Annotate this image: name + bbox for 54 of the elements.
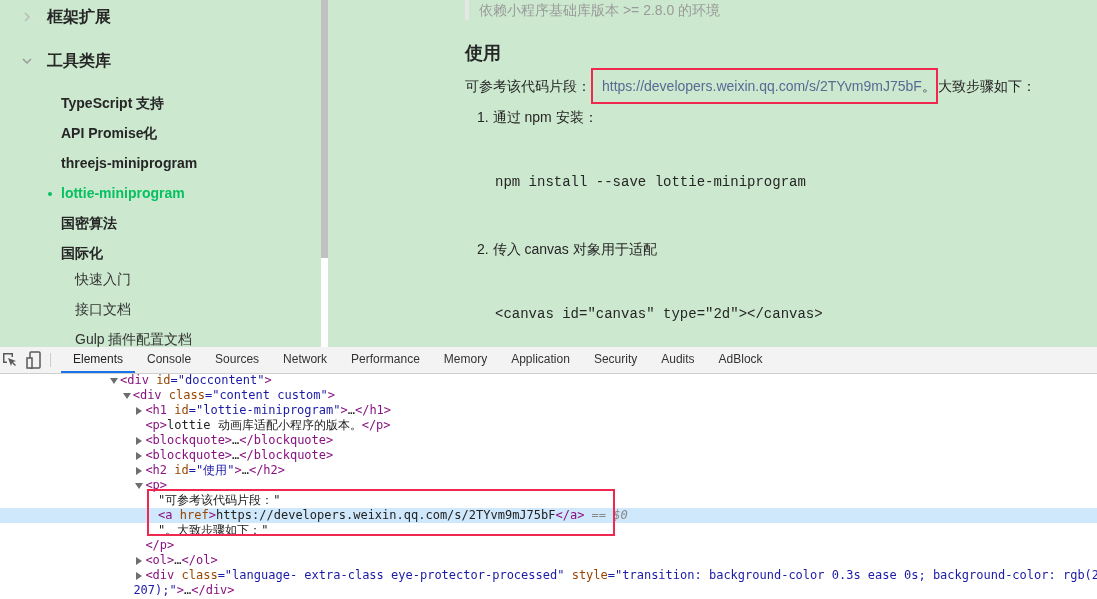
dom-node[interactable]: <h2 id="使用">…</h2>	[0, 463, 1097, 478]
dom-node[interactable]: "可参考该代码片段："	[0, 493, 1097, 508]
devtools-tab[interactable]: Security	[581, 347, 650, 373]
dom-node[interactable]: <a href>https://developers.weixin.qq.com/s/2TYvm9mJ75bF</a> == $0	[0, 508, 1097, 523]
list-item: 2. 传入 canvas 对象用于适配	[477, 240, 658, 259]
nav-section[interactable]: 工具类库	[0, 47, 321, 75]
chevron-right-icon	[22, 12, 32, 22]
nav-item[interactable]: 接口文档	[0, 294, 131, 324]
code-line: npm install --save lottie-miniprogram	[495, 173, 807, 192]
inspect-icon[interactable]	[2, 352, 18, 368]
nav-section[interactable]: 框架扩展	[0, 3, 321, 31]
collapsed-triangle-icon[interactable]	[135, 406, 144, 415]
dom-node[interactable]: <blockquote>…</blockquote>	[0, 448, 1097, 463]
nav-item[interactable]: API Promise化	[0, 118, 158, 148]
devtools-tab[interactable]: Performance	[339, 347, 432, 373]
devtools-tab[interactable]: Application	[499, 347, 582, 373]
section-heading: 使用	[465, 42, 502, 65]
devtools-tab[interactable]: Audits	[649, 347, 707, 373]
expanded-triangle-icon[interactable]	[110, 376, 118, 385]
expanded-triangle-icon[interactable]	[122, 391, 131, 400]
nav-item[interactable]: 国密算法	[0, 208, 117, 238]
devtools-tab[interactable]: AdBlock	[706, 347, 775, 373]
dom-node[interactable]: </p>	[0, 538, 1097, 553]
code-line: <canvas id="canvas" type="2d"></canvas>	[495, 305, 824, 324]
devtools-tab[interactable]: Elements	[61, 347, 136, 373]
dom-node[interactable]: <p>lottie 动画库适配小程序的版本。</p>	[0, 418, 1097, 433]
paragraph: 可参考该代码片段： https://developers.weixin.qq.com/s/2TYvm9mJ75bF。大致步骤如下：	[465, 74, 1097, 98]
chevron-down-icon	[22, 56, 32, 66]
devtools-tab[interactable]: Sources	[203, 347, 272, 373]
nav-item[interactable]: TypeScript 支持	[0, 88, 165, 118]
scrollbar-thumb[interactable]	[321, 0, 328, 258]
expanded-triangle-icon[interactable]	[135, 481, 144, 490]
dom-node[interactable]: <h1 id="lottie-miniprogram">…</h1>	[0, 403, 1097, 418]
link[interactable]: https://developers.weixin.qq.com/s/2TYvm9mJ75bF	[602, 78, 922, 94]
nav-item[interactable]: threejs-miniprogram	[0, 148, 198, 178]
collapsed-triangle-icon[interactable]	[135, 436, 144, 445]
collapsed-triangle-icon[interactable]	[135, 571, 144, 580]
dom-node[interactable]: <p>	[0, 478, 1097, 493]
dom-node[interactable]: <div class="content custom">	[0, 388, 1097, 403]
punctuation: 。	[921, 78, 936, 94]
devtools-tab[interactable]: Network	[271, 347, 340, 373]
devtools-tab[interactable]: Console	[135, 347, 204, 373]
nav-item[interactable]: Gulp 插件配置文档	[0, 324, 193, 347]
dom-node[interactable]: 207);">…</div>	[0, 583, 1097, 598]
dom-node[interactable]: <div id="doccontent">	[0, 374, 1097, 388]
list-item: 1. 通过 npm 安装：	[477, 108, 599, 127]
collapsed-triangle-icon[interactable]	[135, 466, 144, 475]
note-text: 依赖小程序基础库版本 >= 2.8.0 的环境	[479, 2, 721, 18]
dom-node[interactable]: <blockquote>…</blockquote>	[0, 433, 1097, 448]
device-toggle-icon[interactable]	[26, 351, 42, 369]
collapsed-triangle-icon[interactable]	[135, 556, 144, 565]
collapsed-triangle-icon[interactable]	[135, 451, 144, 460]
devtools-tab[interactable]: Memory	[431, 347, 500, 373]
dom-node[interactable]: <ol>…</ol>	[0, 553, 1097, 568]
